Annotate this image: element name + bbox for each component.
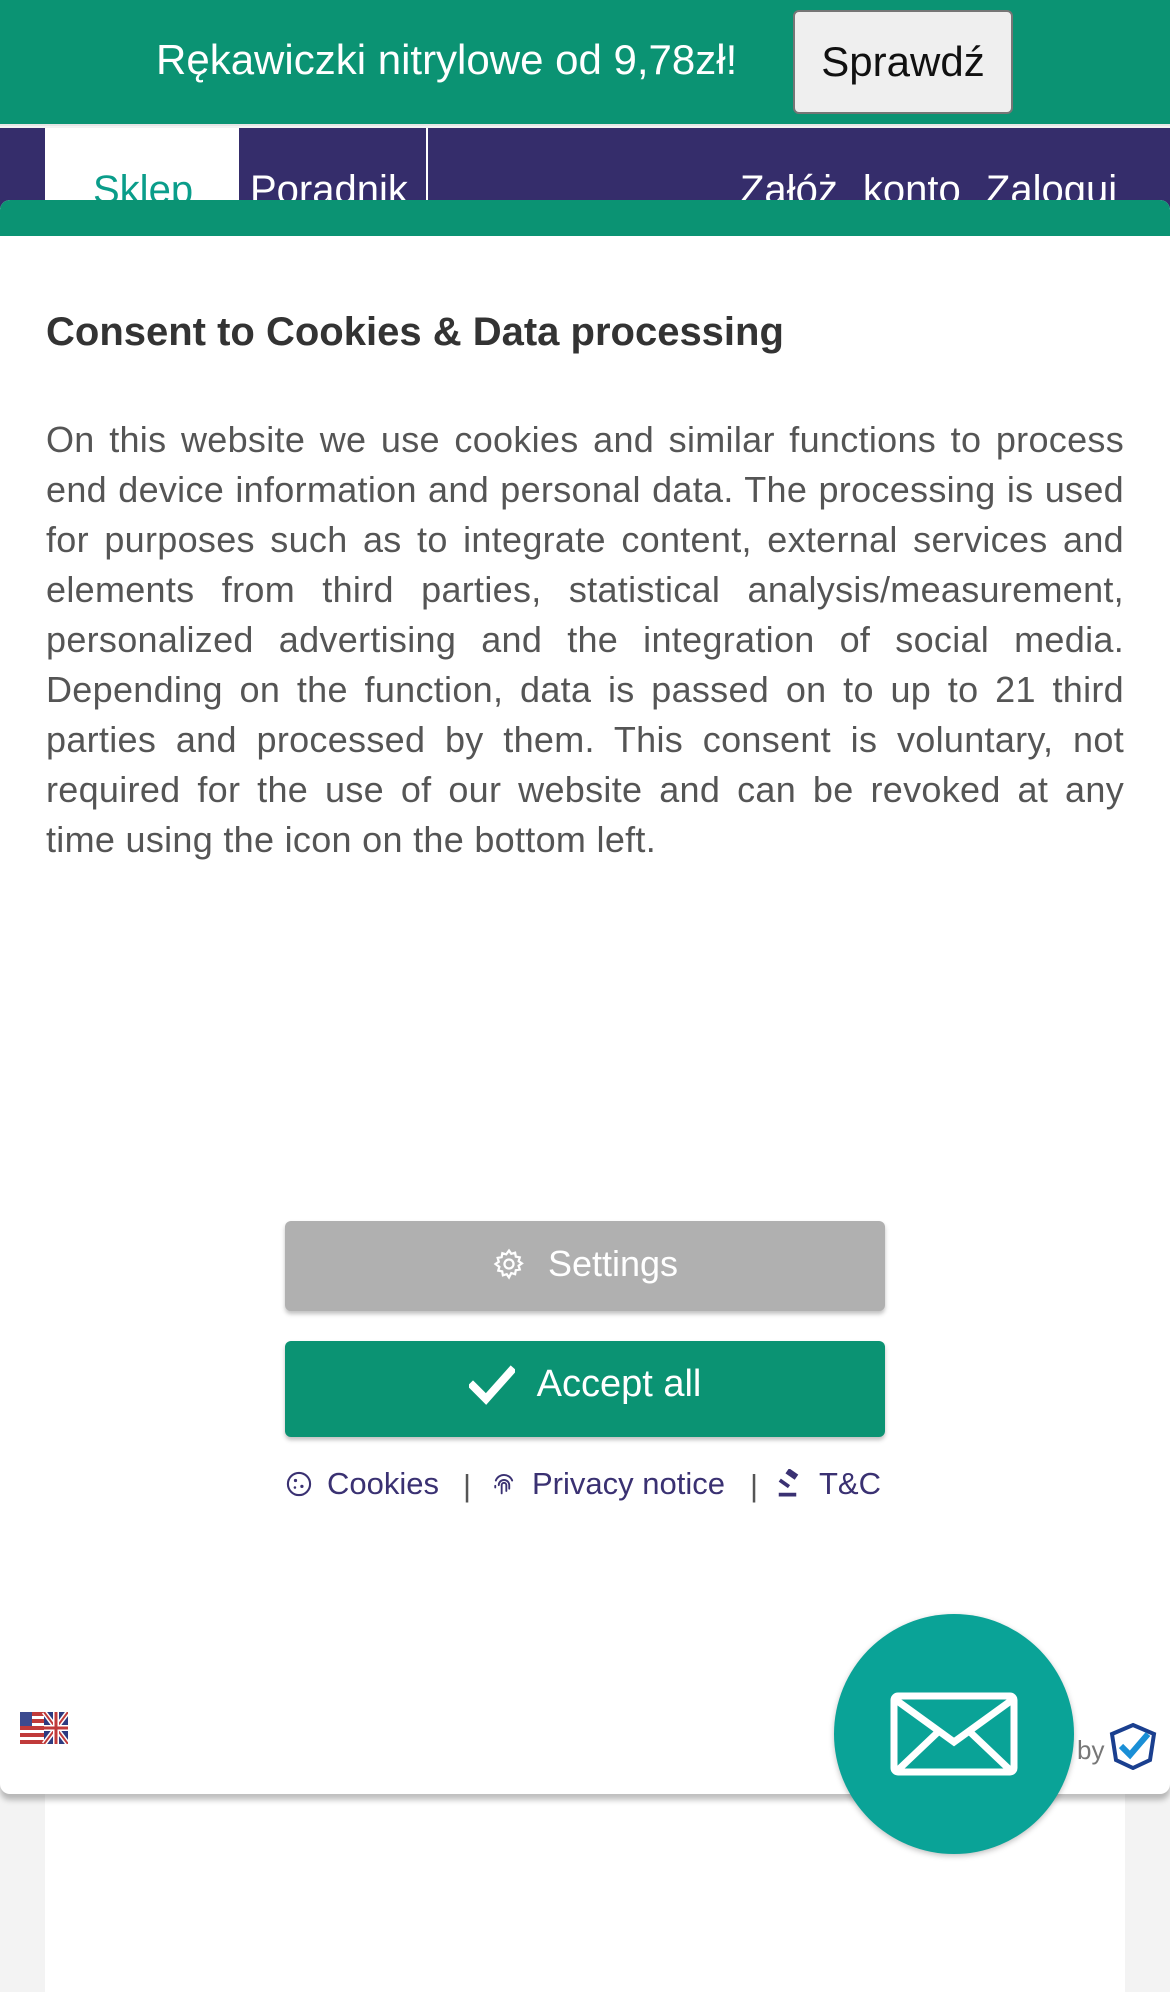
- consent-body: On this website we use cookies and simil…: [46, 419, 1124, 860]
- consent-modal: Consent to Cookies & Data processing On …: [0, 200, 1170, 1794]
- cookies-link[interactable]: Cookies: [285, 1466, 439, 1502]
- link-separator: |: [463, 1468, 472, 1503]
- check-button[interactable]: Sprawdź: [793, 10, 1013, 114]
- tc-label: T&C: [819, 1466, 881, 1501]
- tab-sklep[interactable]: Sklep: [45, 128, 239, 212]
- legal-links: Cookies | Privacy notice | T&C: [285, 1462, 885, 1512]
- language-flag-icon[interactable]: [20, 1712, 68, 1744]
- privacy-label: Privacy notice: [532, 1466, 725, 1501]
- by-label: by: [1077, 1735, 1105, 1765]
- fingerprint-icon: [494, 1474, 514, 1495]
- checkmark-icon: [468, 1365, 515, 1405]
- link-separator: |: [750, 1468, 759, 1503]
- terms-link[interactable]: T&C: [775, 1466, 881, 1502]
- verified-logo-icon[interactable]: [1108, 1722, 1158, 1770]
- contact-mail-button[interactable]: [834, 1614, 1074, 1854]
- privacy-notice-link[interactable]: Privacy notice: [490, 1466, 725, 1502]
- accept-all-button[interactable]: Accept all: [285, 1341, 885, 1437]
- main-nav: Sklep Poradnik Załóż konto Zaloguj: [0, 128, 1170, 212]
- promo-bar: Rękawiczki nitrylowe od 9,78zł! Sprawdź: [0, 0, 1170, 126]
- cookies-label: Cookies: [327, 1466, 439, 1501]
- modal-header-bar: [0, 200, 1170, 236]
- mail-icon: [890, 1692, 1018, 1776]
- settings-button[interactable]: Settings: [285, 1221, 885, 1311]
- cookie-icon: [286, 1471, 312, 1497]
- gear-icon: [493, 1248, 524, 1280]
- settings-label: Settings: [547, 1242, 679, 1284]
- gavel-icon: [778, 1469, 799, 1497]
- consent-title: Consent to Cookies & Data processing: [46, 310, 784, 354]
- promo-text: Rękawiczki nitrylowe od 9,78zł!: [156, 36, 738, 83]
- tab-poradnik[interactable]: Poradnik: [242, 128, 428, 212]
- accept-label: Accept all: [536, 1363, 702, 1406]
